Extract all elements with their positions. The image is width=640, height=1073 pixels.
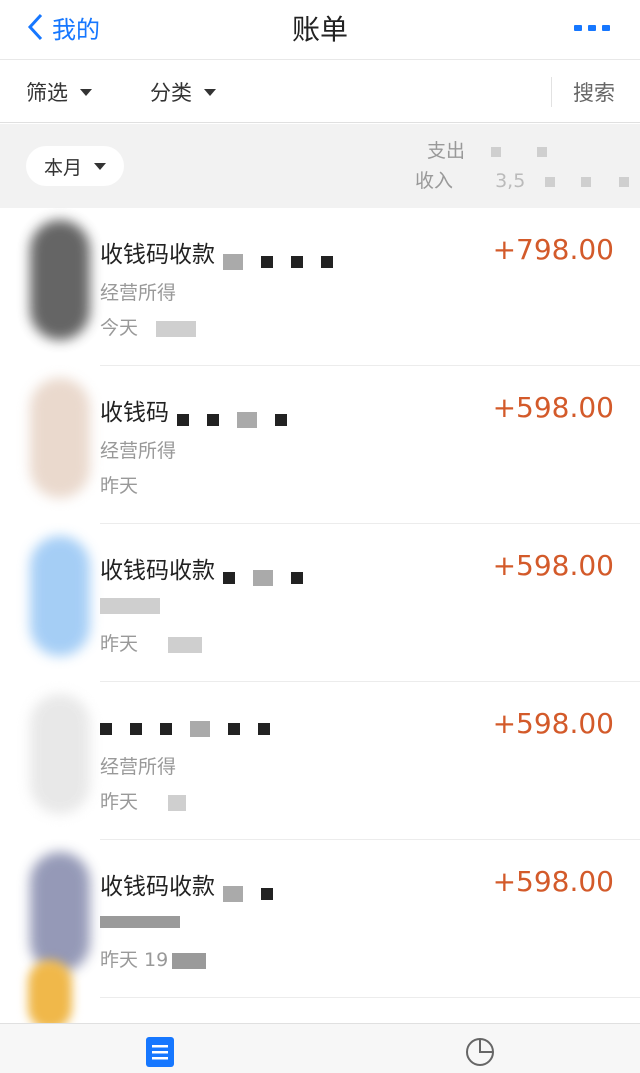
filter-dropdown[interactable]: 筛选 — [26, 77, 92, 107]
month-summary-bar: 本月 支出 收入 3,5 — [0, 124, 640, 208]
bill-date: 昨天 — [100, 475, 139, 497]
avatar — [30, 220, 90, 340]
month-totals: 支出 收入 3,5 — [415, 136, 630, 196]
navigation-bar: 我的 账单 — [0, 0, 640, 60]
bill-amount: +598.00 — [492, 865, 614, 898]
divider — [551, 77, 552, 107]
redacted-block — [168, 794, 187, 811]
income-value: 3,5 — [495, 170, 526, 192]
caret-down-icon — [204, 88, 216, 96]
bill-title: 收钱码收款 — [100, 235, 351, 270]
bill-row[interactable]: 收钱码收款 经营所得 今天 +798.00 — [0, 208, 640, 366]
search-button[interactable]: 搜索 — [573, 77, 615, 107]
bill-title: 收钱码 — [100, 393, 305, 428]
bill-category: 经营所得 — [100, 440, 177, 462]
bill-date: 昨天 — [100, 629, 203, 656]
redacted-block — [581, 176, 592, 187]
more-options-icon[interactable] — [574, 18, 610, 38]
bill-title: 收钱码收款 — [100, 551, 321, 586]
redacted-block — [156, 320, 197, 337]
bill-title: 收钱码收款 — [100, 867, 291, 902]
bill-list-icon[interactable] — [144, 1036, 176, 1068]
bill-title — [100, 709, 288, 737]
redacted-block — [100, 915, 180, 928]
redacted-block — [168, 636, 203, 653]
redacted-block — [537, 146, 548, 157]
bill-category: 经营所得 — [100, 282, 177, 304]
bill-amount: +798.00 — [492, 233, 614, 266]
bill-date: 昨天 — [100, 787, 187, 814]
month-selector[interactable]: 本月 — [26, 146, 125, 186]
redacted-block — [545, 176, 556, 187]
caret-down-icon — [80, 88, 92, 96]
divider — [100, 997, 640, 998]
category-dropdown[interactable]: 分类 — [150, 77, 216, 107]
bill-row[interactable]: 收钱码收款 昨天 +598.00 — [0, 524, 640, 682]
bill-amount: +598.00 — [492, 549, 614, 582]
expense-label: 支出 — [427, 140, 466, 162]
page-title: 账单 — [291, 13, 348, 46]
redacted-mosaic — [223, 881, 291, 902]
bill-row[interactable]: 收钱码收款 昨天 19 +598.00 — [0, 840, 640, 998]
bill-category — [100, 594, 160, 616]
redacted-mosaic — [177, 407, 305, 428]
bill-date: 今天 — [100, 313, 197, 340]
bill-row[interactable]: 收钱码 经营所得 昨天 +598.00 — [0, 366, 640, 524]
bill-date: 昨天 19 — [100, 945, 207, 972]
caret-down-icon — [94, 162, 107, 170]
month-label: 本月 — [44, 156, 83, 179]
bill-amount: +598.00 — [492, 391, 614, 424]
bill-row[interactable]: 经营所得 昨天 +598.00 — [0, 682, 640, 840]
redacted-block — [100, 597, 160, 614]
avatar — [30, 378, 90, 498]
redacted-mosaic — [223, 249, 351, 270]
avatar — [30, 536, 90, 656]
pie-chart-icon[interactable] — [464, 1036, 496, 1068]
bottom-tab-bar — [0, 1023, 640, 1073]
avatar — [30, 694, 90, 814]
income-label: 收入 — [415, 170, 454, 192]
redacted-mosaic — [223, 565, 321, 586]
bill-amount: +598.00 — [492, 707, 614, 740]
avatar — [28, 960, 72, 1030]
redacted-block — [619, 176, 630, 187]
filter-bar: 筛选 分类 搜索 — [0, 61, 640, 123]
bill-list: 收钱码收款 经营所得 今天 +798.00 收钱码 经营所得 昨天 +598.0… — [0, 208, 640, 998]
redacted-block — [172, 952, 207, 969]
avatar — [30, 852, 90, 972]
redacted-block — [491, 146, 502, 157]
category-label: 分类 — [150, 81, 192, 105]
bill-category — [100, 910, 180, 932]
filter-label: 筛选 — [26, 81, 68, 105]
bill-category: 经营所得 — [100, 756, 177, 778]
redacted-mosaic — [100, 716, 288, 737]
